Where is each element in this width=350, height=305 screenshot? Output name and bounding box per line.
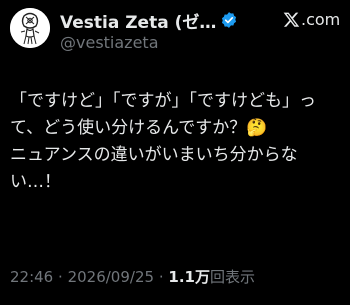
avatar[interactable] [10,8,50,48]
tweet-text: 「ですけど」「ですが」「ですけども」って、どう使い分けるんですか？🤔 ニュアンス… [10,91,316,192]
tweet-date[interactable]: 2026/09/25 [68,268,154,286]
views-label: 回表示 [209,268,255,286]
author-handle[interactable]: @vestiazeta [60,33,159,52]
x-logo-icon [283,12,300,27]
author-name-row[interactable]: Vestia Zeta (ゼ… [60,8,238,33]
meta-separator: · [58,268,63,286]
meta-separator: · [158,268,164,286]
author-display-name[interactable]: Vestia Zeta (ゼ… [60,8,216,33]
avatar-character-illustration [10,8,50,48]
x-domain-text: .com [301,10,341,29]
views-count: 1.1万 [168,268,210,286]
verified-badge-icon [222,12,237,28]
tweet-time[interactable]: 22:46 [10,268,53,286]
tweet-card: Vestia Zeta (ゼ… @vestiazeta .com 「ですけど」「… [0,0,350,305]
x-brand-link[interactable]: .com [283,10,340,29]
tweet-metadata: 22:46 · 2026/09/25 · 1.1万回表示 [10,266,255,287]
